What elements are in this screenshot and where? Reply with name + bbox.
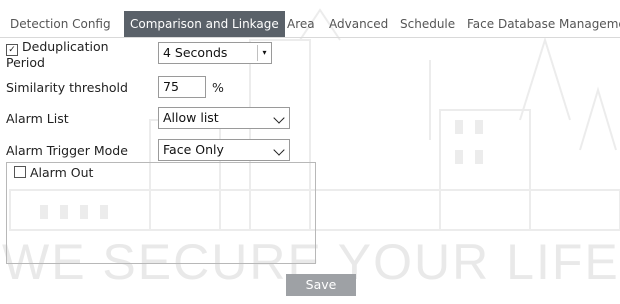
- alarm-trigger-mode-select[interactable]: Face Only: [158, 139, 290, 161]
- similarity-threshold-input[interactable]: 75: [158, 76, 206, 98]
- tab-area[interactable]: Area: [287, 11, 315, 37]
- similarity-unit: %: [212, 80, 224, 95]
- chevron-down-icon: [273, 144, 285, 156]
- dedup-period-label: ✓ Deduplication Period: [6, 39, 109, 70]
- dropdown-arrow-icon: ▾: [257, 45, 271, 61]
- alarm-list-select[interactable]: Allow list: [158, 107, 290, 129]
- similarity-threshold-label: Similarity threshold: [6, 80, 128, 95]
- tab-schedule[interactable]: Schedule: [400, 11, 455, 37]
- alarm-list-label: Alarm List: [6, 111, 69, 126]
- tab-advanced[interactable]: Advanced: [329, 11, 388, 37]
- tab-comparison-and-linkage[interactable]: Comparison and Linkage: [124, 11, 285, 37]
- save-button[interactable]: Save: [286, 274, 356, 296]
- alarm-out-option: Alarm Out: [14, 165, 93, 180]
- tab-bar: Detection Config Comparison and Linkage …: [0, 11, 620, 38]
- alarm-out-checkbox[interactable]: [14, 166, 26, 178]
- tab-detection-config[interactable]: Detection Config: [10, 11, 111, 37]
- alarm-trigger-mode-label: Alarm Trigger Mode: [6, 143, 128, 158]
- chevron-down-icon: [273, 112, 285, 124]
- tab-face-database-management[interactable]: Face Database Management: [467, 11, 620, 37]
- dedup-period-select[interactable]: 4 Seconds ▾: [158, 42, 272, 64]
